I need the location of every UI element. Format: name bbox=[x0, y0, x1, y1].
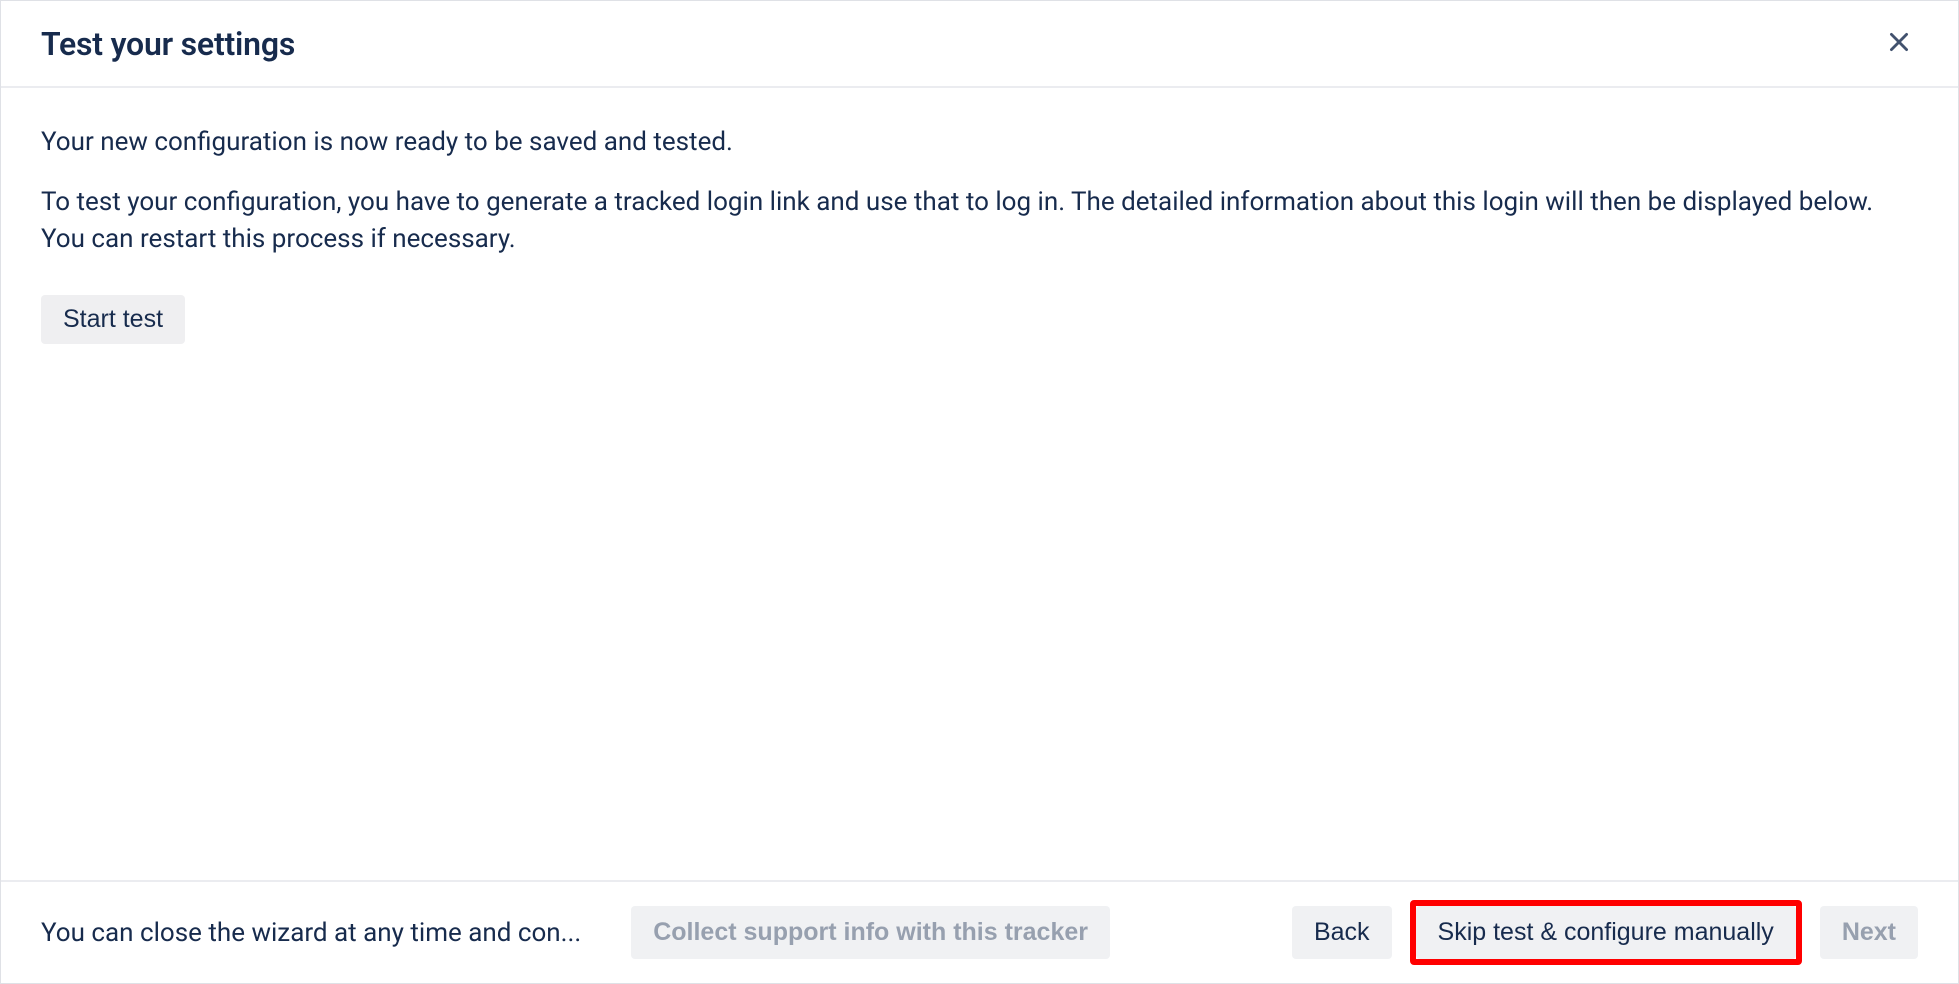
highlight-box: Skip test & configure manually bbox=[1410, 900, 1802, 965]
close-icon bbox=[1886, 29, 1912, 58]
skip-test-button[interactable]: Skip test & configure manually bbox=[1416, 906, 1796, 959]
intro-text-2: To test your configuration, you have to … bbox=[41, 184, 1918, 259]
close-button[interactable] bbox=[1880, 23, 1918, 64]
dialog-header: Test your settings bbox=[1, 1, 1958, 88]
dialog-body: Your new configuration is now ready to b… bbox=[1, 88, 1958, 880]
back-button[interactable]: Back bbox=[1292, 906, 1392, 959]
intro-text-1: Your new configuration is now ready to b… bbox=[41, 124, 1918, 162]
footer-right-group: Back Skip test & configure manually Next bbox=[1292, 900, 1918, 965]
start-test-button[interactable]: Start test bbox=[41, 295, 185, 344]
dialog-title: Test your settings bbox=[41, 25, 295, 63]
collect-support-button[interactable]: Collect support info with this tracker bbox=[631, 906, 1110, 959]
next-button[interactable]: Next bbox=[1820, 906, 1918, 959]
dialog-container: Test your settings Your new configuratio… bbox=[0, 0, 1959, 984]
footer-note: You can close the wizard at any time and… bbox=[41, 918, 581, 948]
dialog-footer: You can close the wizard at any time and… bbox=[1, 880, 1958, 983]
